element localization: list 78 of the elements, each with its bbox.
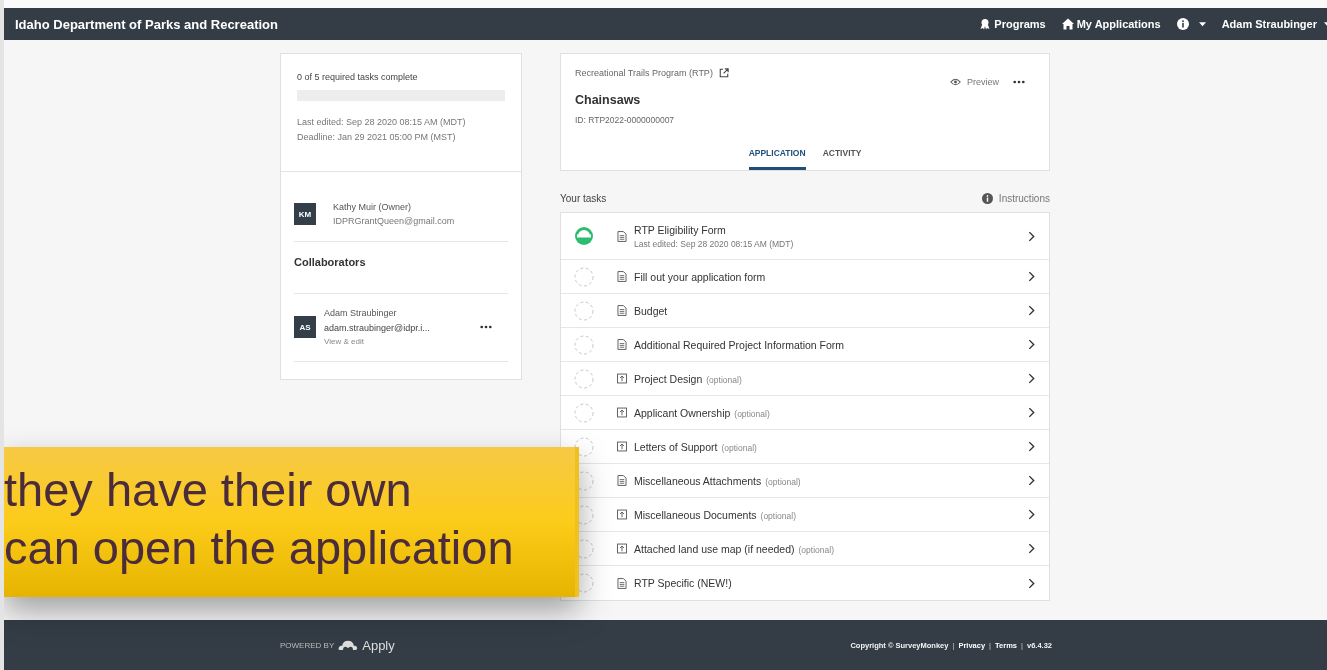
chevron-right-icon — [1028, 407, 1035, 418]
optional-label: (optional) — [734, 408, 770, 419]
optional-label: (optional) — [706, 374, 742, 385]
external-link-icon[interactable] — [718, 68, 729, 78]
caption-text: can open the application — [4, 520, 515, 576]
my-applications-link[interactable]: My Applications — [1061, 18, 1161, 30]
task-title: Miscellaneous Documents — [634, 508, 757, 521]
info-icon — [981, 193, 993, 204]
site-title[interactable]: Idaho Department of Parks and Recreation — [15, 16, 278, 32]
tab[interactable]: APPLICATION — [748, 144, 806, 170]
chevron-right-icon — [1028, 543, 1035, 554]
caption-text: they have their own — [4, 462, 413, 518]
caret-icon — [1198, 21, 1206, 27]
document-icon — [617, 305, 627, 316]
task-title: Additional Required Project Information Form — [634, 338, 845, 351]
home-icon — [1061, 18, 1074, 30]
chevron-right-icon — [1028, 509, 1035, 520]
more-options-button[interactable] — [478, 323, 494, 331]
collaborator-name: Adam Straubinger — [324, 307, 398, 320]
instructions-link[interactable]: Instructions — [981, 193, 1050, 204]
task-title: Attached land use map (if needed) — [634, 542, 795, 555]
task-title: Project Design — [634, 372, 703, 385]
programs-link[interactable]: Programs — [979, 18, 1046, 30]
chevron-right-icon — [1028, 475, 1035, 486]
optional-label: (optional) — [798, 544, 834, 555]
chevron-right-icon — [1028, 441, 1035, 452]
task-title: Fill out your application form — [634, 270, 766, 283]
chevron-right-icon — [1028, 577, 1035, 589]
document-icon — [617, 475, 627, 486]
document-icon — [617, 230, 627, 242]
task-title: RTP Eligibility Form — [634, 223, 726, 236]
task-title: Miscellaneous Attachments — [634, 474, 762, 487]
tasks-heading: Your tasks — [560, 193, 607, 204]
avatar-initials: AS — [294, 316, 316, 338]
owner-name: Kathy Muir (Owner) — [333, 201, 413, 214]
task-title: Applicant Ownership — [634, 406, 731, 419]
application-id: ID: RTP2022-0000000007 — [575, 115, 676, 125]
application-title: Chainsaws — [575, 93, 642, 107]
task-title: Budget — [634, 304, 668, 317]
powered-by-label: POWERED BY — [280, 640, 335, 650]
task-title: RTP Specific (NEW!) — [634, 577, 732, 589]
progress-text: 0 of 5 required tasks complete — [297, 72, 419, 82]
deadline-text: Deadline: Jan 29 2021 05:00 PM (MST) — [297, 131, 457, 144]
document-icon — [617, 577, 627, 589]
upload-icon — [617, 543, 627, 554]
last-edited-text: Last edited: Sep 28 2020 08:15 AM (MDT) — [297, 116, 467, 129]
avatar-initials: KM — [294, 203, 316, 225]
user-menu[interactable]: Adam Straubinger — [1221, 18, 1327, 30]
task-title: Letters of Support — [634, 440, 718, 453]
optional-label: (optional) — [721, 442, 757, 453]
program-name: Recreational Trails Program (RTP) — [575, 68, 713, 78]
apply-logo-text: Apply — [362, 637, 395, 653]
chevron-right-icon — [1028, 230, 1035, 242]
chevron-right-icon — [1028, 373, 1035, 384]
preview-button[interactable]: Preview — [948, 75, 1001, 89]
owner-email: IDPRGrantQueen@gmail.com — [333, 215, 455, 228]
more-options-button[interactable] — [1011, 78, 1027, 86]
chevron-right-icon — [1028, 339, 1035, 350]
chevron-right-icon — [1028, 305, 1035, 316]
upload-icon — [617, 509, 627, 520]
chevron-right-icon — [1028, 271, 1035, 282]
collaborator-email: adam.straubinger@idpr.i... — [324, 322, 430, 335]
document-icon — [617, 339, 627, 350]
optional-label: (optional) — [760, 510, 796, 521]
eye-icon — [950, 78, 961, 86]
optional-label: (optional) — [765, 476, 801, 487]
info-menu-button[interactable] — [1176, 18, 1206, 30]
upload-icon — [617, 373, 627, 384]
collaborators-heading: Collaborators — [294, 242, 508, 294]
task-last-edited: Last edited: Sep 28 2020 08:15 AM (MDT) — [634, 238, 795, 249]
upload-icon — [617, 441, 627, 452]
upload-icon — [617, 407, 627, 418]
collaborator-role: View & edit — [324, 336, 365, 348]
cloud-logo-icon — [338, 639, 359, 651]
document-icon — [617, 271, 627, 282]
info-icon — [1176, 18, 1189, 30]
tab[interactable]: ACTIVITY — [822, 144, 862, 170]
award-ribbon-icon — [979, 18, 992, 30]
